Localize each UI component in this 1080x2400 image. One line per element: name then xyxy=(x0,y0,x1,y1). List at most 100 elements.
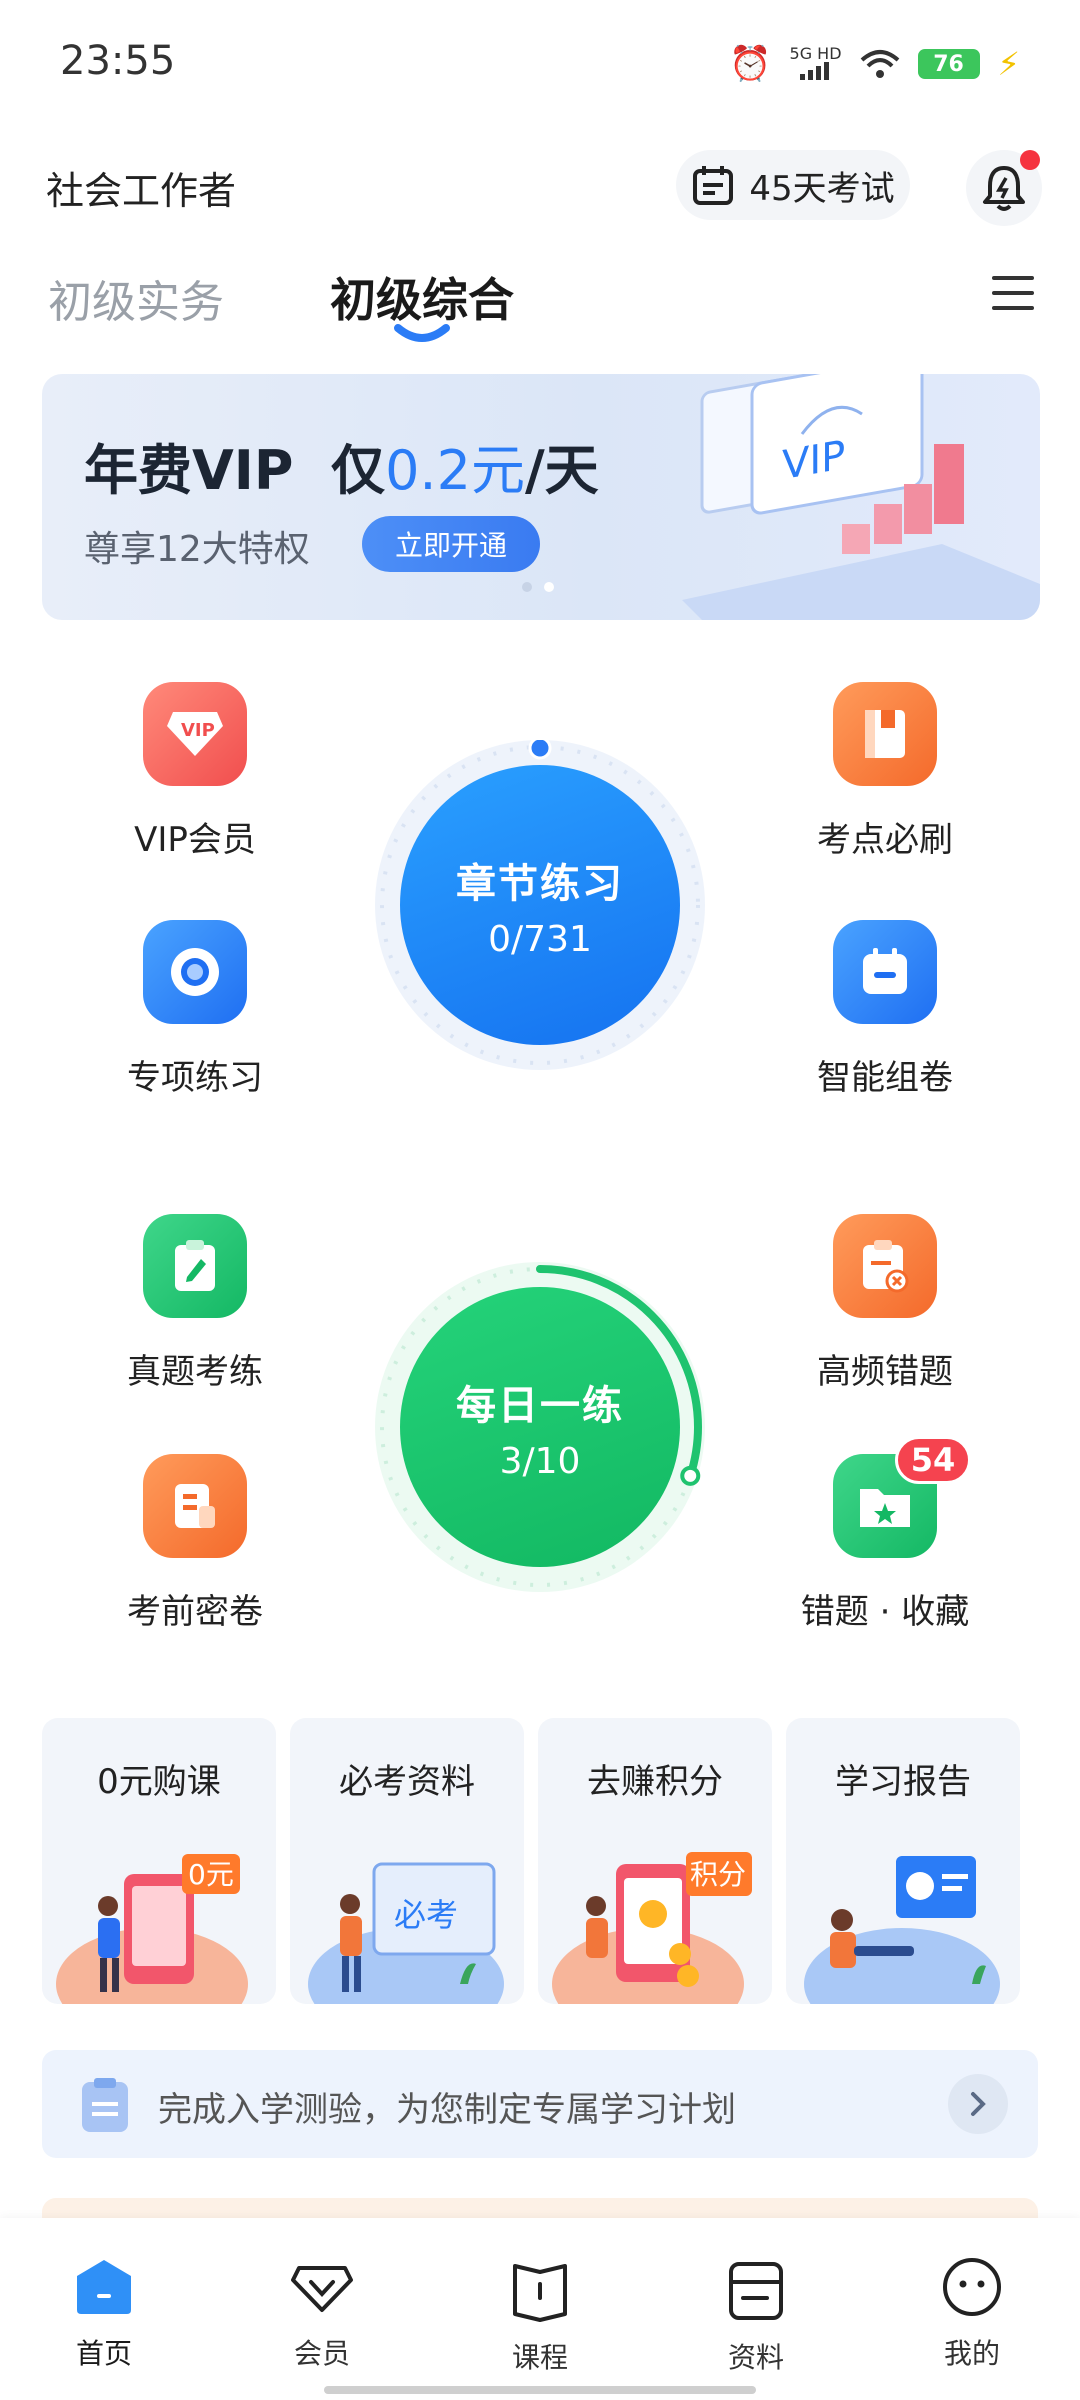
document-icon xyxy=(729,2262,783,2320)
vip-diamond-icon xyxy=(291,2266,353,2312)
card-free-course[interactable]: 0元购课 0元 xyxy=(42,1718,276,2004)
cuoti-icon-wrap: 54 xyxy=(833,1436,971,1558)
nav-vip-label: 会员 xyxy=(293,2337,350,2370)
signal-icon xyxy=(799,61,829,80)
profile-icon xyxy=(943,2258,1001,2316)
chapter-practice-button[interactable]: 章节练习 0/731 xyxy=(375,740,705,1070)
card-earn-points-title: 去赚积分 xyxy=(587,1762,723,1802)
wifi-icon xyxy=(860,50,899,78)
banner-dot-active xyxy=(544,582,554,592)
chapter-practice-progress: 0/731 xyxy=(488,918,592,960)
banner-dot xyxy=(522,582,532,592)
chapter-practice-core: 章节练习 0/731 xyxy=(400,765,680,1045)
charging-icon: ⚡ xyxy=(997,45,1020,83)
nav-mine[interactable]: 我的 xyxy=(902,2254,1042,2372)
clipboard-error-icon xyxy=(833,1214,937,1318)
daily-progress-knob xyxy=(680,1465,701,1486)
banner-title-prefix: 年费VIP 仅 xyxy=(84,439,386,502)
status-icons: ⏰ 5G HD 76 ⚡ xyxy=(729,44,1020,84)
feature-zujuan-label: 智能组卷 xyxy=(817,1058,953,1098)
feature-zhenti[interactable]: 真题考练 xyxy=(80,1214,310,1393)
nav-mine-label: 我的 xyxy=(943,2337,1000,2370)
gesture-home-bar[interactable] xyxy=(324,2386,756,2394)
earn-points-illustration: 积分 xyxy=(552,1852,752,2004)
feature-kaodian[interactable]: 考点必刷 xyxy=(770,682,1000,861)
banner-title: 年费VIP 仅0.2元/天 xyxy=(84,426,599,505)
free-course-illustration: 0元 xyxy=(56,1854,248,2004)
chapter-practice-title: 章节练习 xyxy=(456,860,624,907)
battery-indicator: 76 xyxy=(917,49,980,79)
network-label: 5G HD xyxy=(789,43,842,63)
feature-zhuanxiang-label: 专项练习 xyxy=(127,1058,263,1098)
network-indicator: 5G HD xyxy=(789,43,842,83)
home-icon xyxy=(77,2260,131,2314)
feature-gaopin[interactable]: 高频错题 xyxy=(770,1214,1000,1393)
nav-course-label: 课程 xyxy=(511,2341,568,2374)
feature-zhenti-label: 真题考练 xyxy=(127,1352,263,1392)
nav-materials[interactable]: 资料 xyxy=(686,2254,826,2376)
target-icon xyxy=(143,920,247,1024)
banner-pagination xyxy=(522,582,554,592)
vip-diamond-icon: VIP xyxy=(143,682,247,786)
menu-icon[interactable] xyxy=(990,270,1036,316)
must-read-illustration: 必考 xyxy=(308,1862,504,2004)
clipboard-edit-icon xyxy=(143,1214,247,1318)
feature-gaopin-label: 高频错题 xyxy=(817,1352,953,1392)
placement-test-arrow[interactable] xyxy=(948,2074,1008,2134)
chevron-right-icon xyxy=(971,2092,986,2116)
secret-paper-icon xyxy=(143,1454,247,1558)
exam-category-title[interactable]: 社会工作者 xyxy=(46,160,236,215)
active-tab-indicator xyxy=(394,324,450,342)
exam-countdown-button[interactable]: 45天考试 xyxy=(676,150,910,220)
card-must-read[interactable]: 必考资料 必考 xyxy=(290,1718,524,2004)
vip-banner[interactable]: 年费VIP 仅0.2元/天 尊享12大特权 立即开通 VIP xyxy=(42,374,1040,620)
study-report-illustration xyxy=(804,1856,1000,2004)
placement-test-text: 完成入学测验，为您制定专属学习计划 xyxy=(158,2090,736,2130)
nav-materials-label: 资料 xyxy=(727,2341,784,2374)
nav-course[interactable]: 课程 xyxy=(470,2254,610,2376)
feature-zujuan[interactable]: 智能组卷 xyxy=(770,920,1000,1099)
banner-price: 0.2元 xyxy=(385,439,525,502)
card-study-report[interactable]: 学习报告 xyxy=(786,1718,1020,2004)
feature-cuoti-label: 错题 · 收藏 xyxy=(800,1592,970,1632)
status-time: 23:55 xyxy=(60,38,176,84)
feature-kaodian-label: 考点必刷 xyxy=(817,820,953,860)
nav-home-label: 首页 xyxy=(75,2337,132,2370)
card-study-report-title: 学习报告 xyxy=(835,1762,971,1802)
feature-vip-label: VIP会员 xyxy=(134,820,256,860)
card-must-read-tag: 必考 xyxy=(394,1896,458,1934)
bottom-navigation: 首页 会员 课程 资料 我的 xyxy=(0,2218,1080,2400)
daily-practice-title: 每日一练 xyxy=(456,1382,624,1429)
feature-vip[interactable]: VIP VIP会员 xyxy=(80,682,310,861)
card-must-read-title: 必考资料 xyxy=(339,1762,475,1802)
vip-illustration: VIP xyxy=(682,374,1040,620)
feature-cuoti-shoucang[interactable]: 54 错题 · 收藏 xyxy=(770,1436,1000,1633)
book-icon xyxy=(833,682,937,786)
calendar-icon xyxy=(693,166,734,205)
banner-title-suffix: /天 xyxy=(524,439,599,502)
banner-subtitle: 尊享12大特权 xyxy=(84,529,310,570)
exam-countdown-label: 45天考试 xyxy=(749,168,895,209)
book-icon xyxy=(513,2264,567,2322)
open-vip-button[interactable]: 立即开通 xyxy=(362,516,540,572)
daily-practice-progress: 3/10 xyxy=(499,1440,581,1482)
alarm-icon: ⏰ xyxy=(729,44,772,84)
daily-practice-button[interactable]: 每日一练 3/10 xyxy=(375,1262,705,1592)
placement-test-banner[interactable]: 完成入学测验，为您制定专属学习计划 xyxy=(42,2050,1038,2158)
feature-zhuanxiang[interactable]: 专项练习 xyxy=(80,920,310,1099)
notification-button[interactable] xyxy=(966,150,1042,226)
tab-chuji-shiwu[interactable]: 初级实务 xyxy=(48,266,224,330)
calendar-paper-icon xyxy=(833,920,937,1024)
cuoti-count-badge: 54 xyxy=(895,1436,971,1484)
feature-miya-label: 考前密卷 xyxy=(127,1592,263,1632)
clipboard-icon xyxy=(82,2078,128,2132)
nav-vip[interactable]: 会员 xyxy=(252,2254,392,2372)
feature-miya[interactable]: 考前密卷 xyxy=(80,1454,310,1633)
card-free-course-title: 0元购课 xyxy=(97,1762,221,1802)
card-free-course-tag: 0元 xyxy=(188,1858,234,1891)
svg-text:VIP: VIP xyxy=(181,720,215,741)
tab-chuji-zonghe[interactable]: 初级综合 xyxy=(330,264,514,330)
daily-practice-core: 每日一练 3/10 xyxy=(400,1287,680,1567)
nav-home[interactable]: 首页 xyxy=(34,2254,174,2372)
card-earn-points[interactable]: 去赚积分 积分 xyxy=(538,1718,772,2004)
